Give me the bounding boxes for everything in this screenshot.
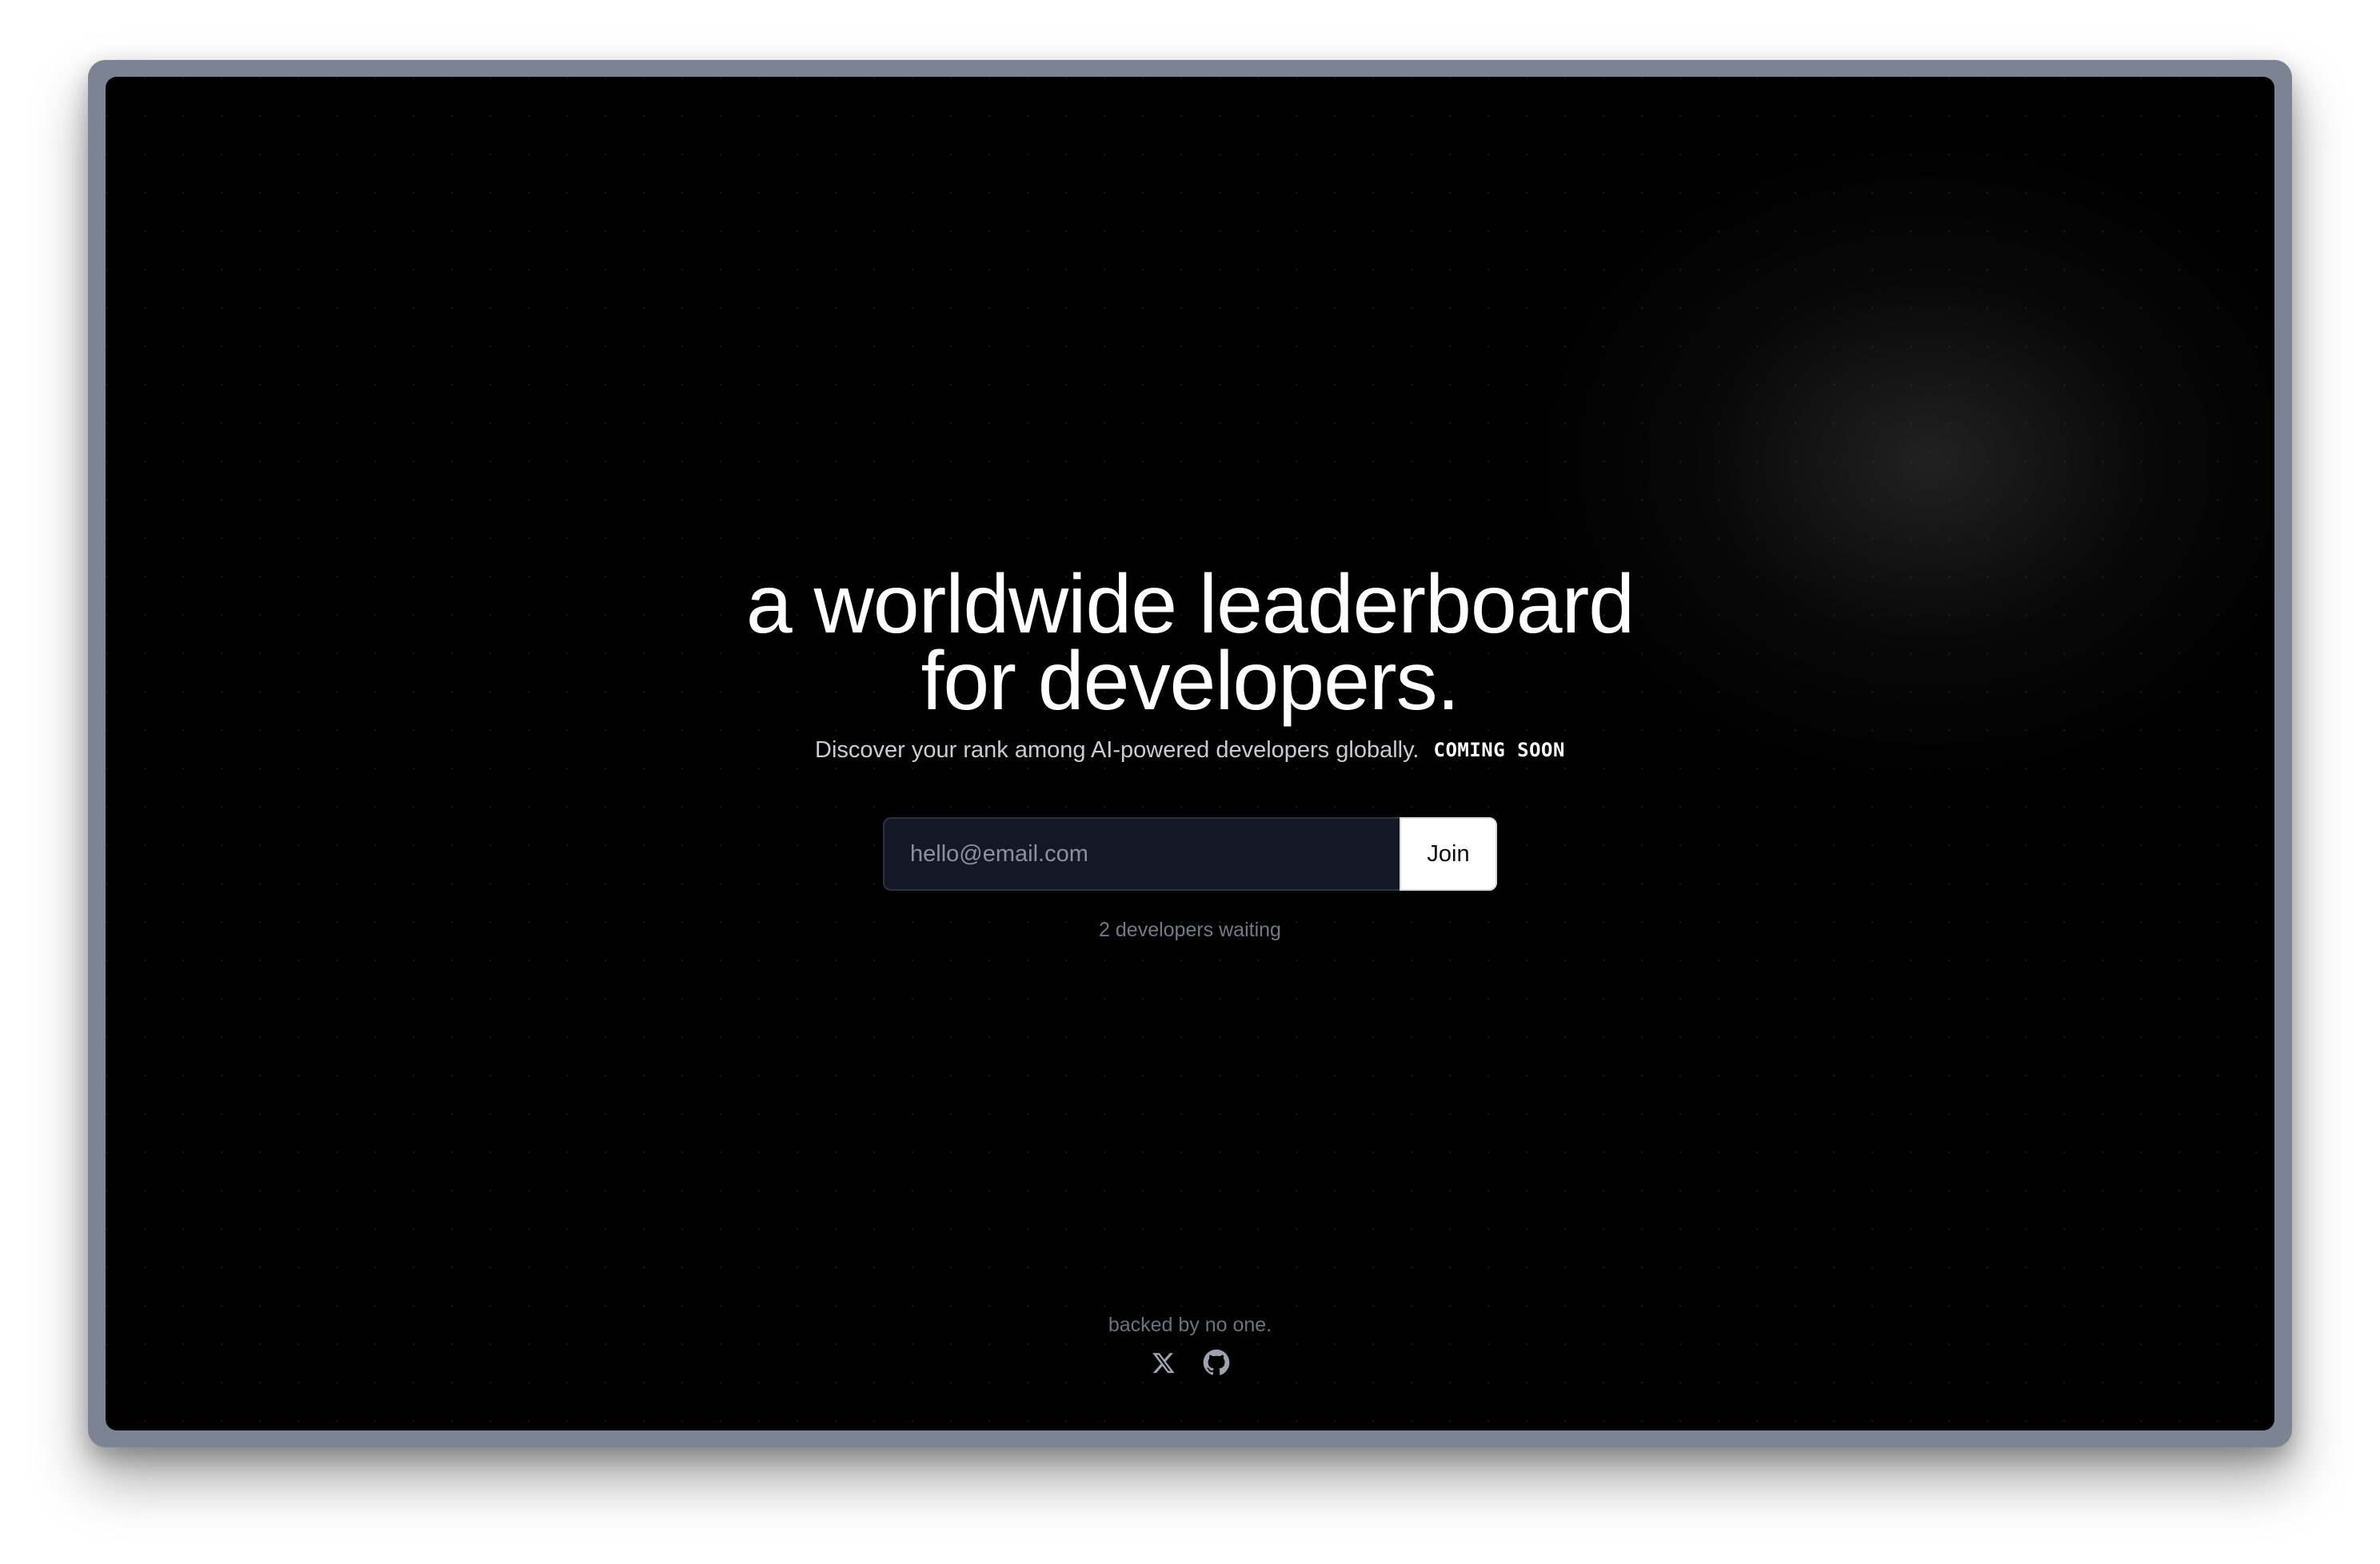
hero-subtitle-row: Discover your rank among AI-powered deve… [106, 734, 2274, 766]
hero-title-line-1: a worldwide leaderboard [745, 558, 1635, 651]
github-icon[interactable] [1202, 1348, 1231, 1377]
x-icon[interactable] [1149, 1348, 1178, 1377]
social-links [106, 1348, 2274, 1377]
hero-title: a worldwide leaderboard for developers. [106, 558, 2274, 728]
footer-tagline: backed by no one. [1108, 1314, 1272, 1336]
hero-title-line-2: for developers. [920, 635, 1460, 728]
email-input[interactable] [883, 817, 1400, 891]
waitlist-count: 2 developers waiting [1099, 919, 1281, 941]
join-button[interactable]: Join [1400, 817, 1497, 891]
coming-soon-badge: COMING SOON [1433, 739, 1565, 761]
landing-page: a worldwide leaderboard for developers. … [106, 77, 2274, 1430]
screenshot-stage: a worldwide leaderboard for developers. … [0, 0, 2380, 1564]
device-frame: a worldwide leaderboard for developers. … [88, 60, 2292, 1447]
hero-subtitle: Discover your rank among AI-powered deve… [815, 737, 1420, 763]
waitlist-signup-form: Join [883, 817, 1497, 891]
